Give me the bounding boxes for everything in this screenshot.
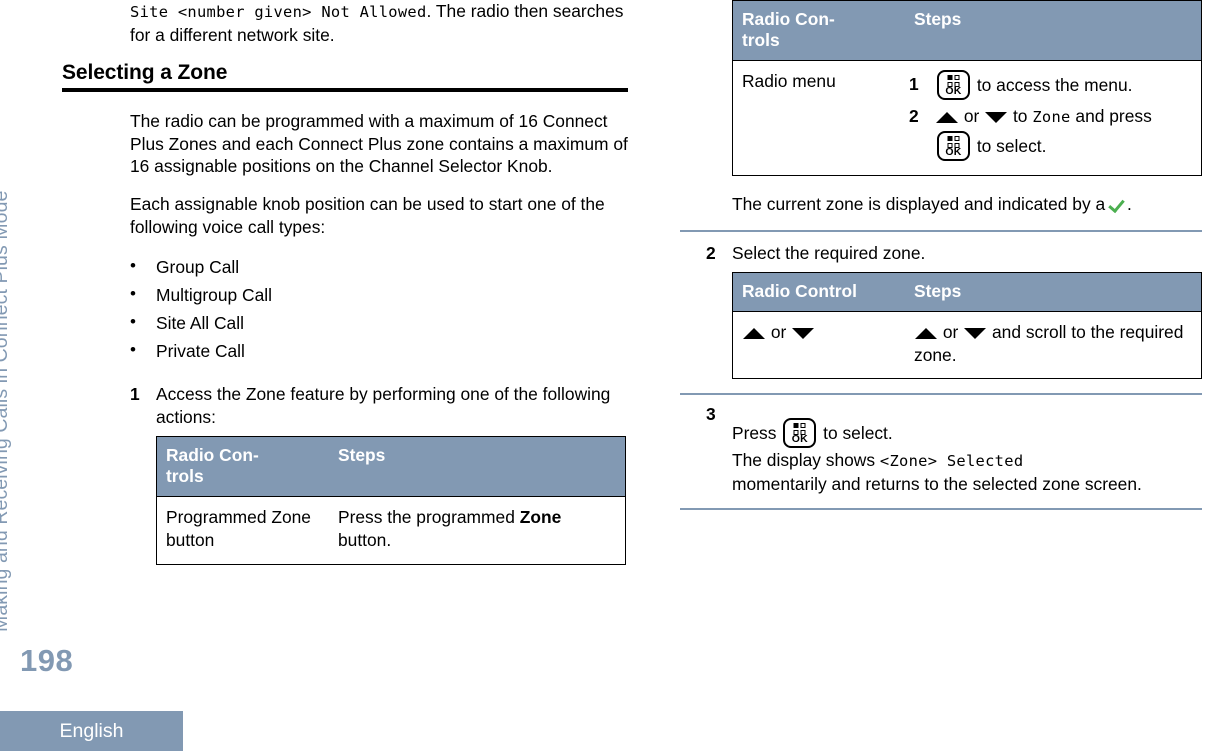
table-header-row: Radio Control Steps: [732, 272, 1202, 312]
substep-1-text: to access the menu.: [972, 75, 1133, 95]
left-column: Site <number given> Not Allowed. The rad…: [62, 0, 628, 565]
step-3-display-suffix: momentarily and returns to the selected …: [732, 473, 1142, 494]
ok-key-label: OK: [945, 146, 962, 158]
step-2-text: Select the required zone.: [732, 242, 926, 263]
note-text-before: The current zone is displayed and indica…: [732, 194, 1110, 214]
mono-site-not-allowed: Site <number given> Not Allowed: [130, 3, 427, 21]
step-3-press-suffix: to select.: [818, 423, 893, 444]
step-divider: [680, 393, 1202, 396]
list-item: Site All Call: [130, 308, 628, 337]
table-select-zone: Radio Control Steps or or and scroll to …: [732, 272, 1202, 380]
substep-2-text-tail: to select.: [972, 136, 1047, 156]
paragraph-zone-capacity: The radio can be programmed with a maxim…: [130, 111, 628, 177]
column-header-radio-controls: Radio Con- trols: [732, 0, 905, 61]
arrow-up-icon: [743, 328, 765, 340]
table-header-row: Radio Con- trols Steps: [156, 436, 626, 497]
mono-zone-selected: <Zone> Selected: [879, 452, 1024, 471]
step-2: 2 Select the required zone.: [680, 242, 1202, 265]
column-header-radio-controls-line2: trols: [742, 30, 780, 50]
column-header-radio-controls-line1: Radio Con-: [166, 445, 259, 466]
ok-key-icon: OK: [937, 70, 970, 100]
table-row: or or and scroll to the required zone.: [732, 311, 1202, 379]
list-item: Group Call: [130, 252, 628, 281]
cell-step-prefix: Press the programmed: [338, 507, 520, 528]
substep-2: 2 or to Zone and press OK to select.: [909, 102, 1192, 161]
arrow-down-icon: [792, 328, 815, 340]
list-item: Multigroup Call: [130, 280, 628, 309]
substep-2-line2: OK to select.: [935, 131, 1192, 161]
ok-key-icon: OK: [937, 131, 970, 161]
cell-control-programmed-zone-button: Programmed Zone button: [156, 496, 329, 565]
table-header-row: Radio Con- trols Steps: [732, 0, 1202, 61]
language-tab-label: English: [59, 719, 124, 742]
step-3-line-tail: momentarily and returns to the selected …: [732, 473, 1202, 496]
substep-2-text-after: and press: [1070, 106, 1152, 126]
substep-2-number: 2: [909, 106, 919, 126]
table-row: Programmed Zone button Press the program…: [156, 496, 626, 565]
language-tab: English: [0, 711, 183, 751]
step-3-line-display: The display shows <Zone> Selected: [732, 449, 1202, 473]
column-header-steps: Steps: [905, 272, 1202, 312]
column-header-radio-control: Radio Control: [732, 272, 905, 312]
running-head-text: Making and Receiving Calls in Connect Pl…: [0, 190, 12, 632]
cell-step-or-label: or: [942, 322, 959, 343]
heading-rule: [62, 88, 628, 93]
cell-control-up-down-arrows: or: [732, 311, 905, 379]
paragraph-call-types-intro: Each assignable knob position can be use…: [130, 193, 605, 237]
step-2-number: 2: [706, 242, 716, 263]
column-header-radio-controls: Radio Con- trols: [156, 436, 329, 497]
cell-control-radio-menu: Radio menu: [732, 60, 905, 176]
right-column: Radio Con- trols Steps Radio menu 1 OK t…: [680, 0, 1202, 510]
column-header-steps: Steps: [905, 0, 1202, 61]
step-3-number: 3: [706, 404, 716, 425]
arrow-up-icon: [936, 112, 958, 123]
cell-steps-radio-menu: 1 OK to access the menu. 2 or to Zone an…: [905, 60, 1202, 176]
arrow-down-icon: [985, 112, 1008, 123]
step-1-number: 1: [130, 384, 140, 405]
page-number: 198: [20, 643, 74, 678]
arrow-down-icon: [964, 328, 987, 340]
column-header-radio-controls-line2: trols: [166, 466, 204, 487]
column-header-steps: Steps: [329, 436, 626, 497]
cell-step-suffix: button.: [338, 529, 392, 550]
list-item: Private Call: [130, 336, 628, 365]
continued-paragraph: Site <number given> Not Allowed. The rad…: [130, 0, 628, 46]
step-3-press-label: Press: [732, 423, 782, 444]
substep-1: 1 OK to access the menu.: [909, 70, 1192, 100]
cell-step-scroll-to-zone: or and scroll to the required zone.: [905, 311, 1202, 379]
cell-step-bold-zone: Zone: [519, 507, 562, 528]
substep-2-text-before: or: [959, 106, 985, 126]
cell-step-press-zone-button: Press the programmed Zone button.: [329, 496, 626, 565]
step-divider: [680, 229, 1202, 232]
ok-key-icon: OK: [783, 418, 817, 449]
substep-1-number: 1: [909, 74, 919, 94]
step-1-text: Access the Zone feature by performing on…: [156, 384, 611, 427]
mono-zone: Zone: [1032, 108, 1071, 126]
step-3-line-press: Press OK to select.: [732, 403, 1202, 449]
step-1: 1 Access the Zone feature by performing …: [62, 383, 628, 428]
table-zone-access: Radio Con- trols Steps Programmed Zone b…: [156, 436, 626, 565]
ok-key-label: OK: [945, 85, 962, 97]
step-3-display-prefix: The display shows: [732, 450, 880, 471]
call-types-list: Group Call Multigroup Call Site All Call…: [62, 252, 628, 365]
cell-control-or-label: or: [770, 322, 787, 343]
table-radio-menu: Radio Con- trols Steps Radio menu 1 OK t…: [732, 0, 1202, 176]
section-heading: Selecting a Zone: [62, 61, 228, 85]
sidebar-running-head: Making and Receiving Calls in Connect Pl…: [0, 0, 46, 640]
note-text-after: .: [1127, 194, 1132, 214]
step-3: 3 Press OK to select. The display shows …: [680, 403, 1202, 495]
ok-key-label: OK: [791, 433, 808, 446]
substep-2-text-middle: to: [1008, 106, 1033, 126]
table-row: Radio menu 1 OK to access the menu. 2 or…: [732, 60, 1202, 176]
green-check-icon: [1110, 196, 1127, 213]
column-header-radio-controls-line1: Radio Con-: [742, 9, 835, 29]
arrow-up-icon: [915, 328, 937, 340]
note-current-zone: The current zone is displayed and indica…: [732, 193, 1202, 216]
step-divider: [680, 507, 1202, 510]
